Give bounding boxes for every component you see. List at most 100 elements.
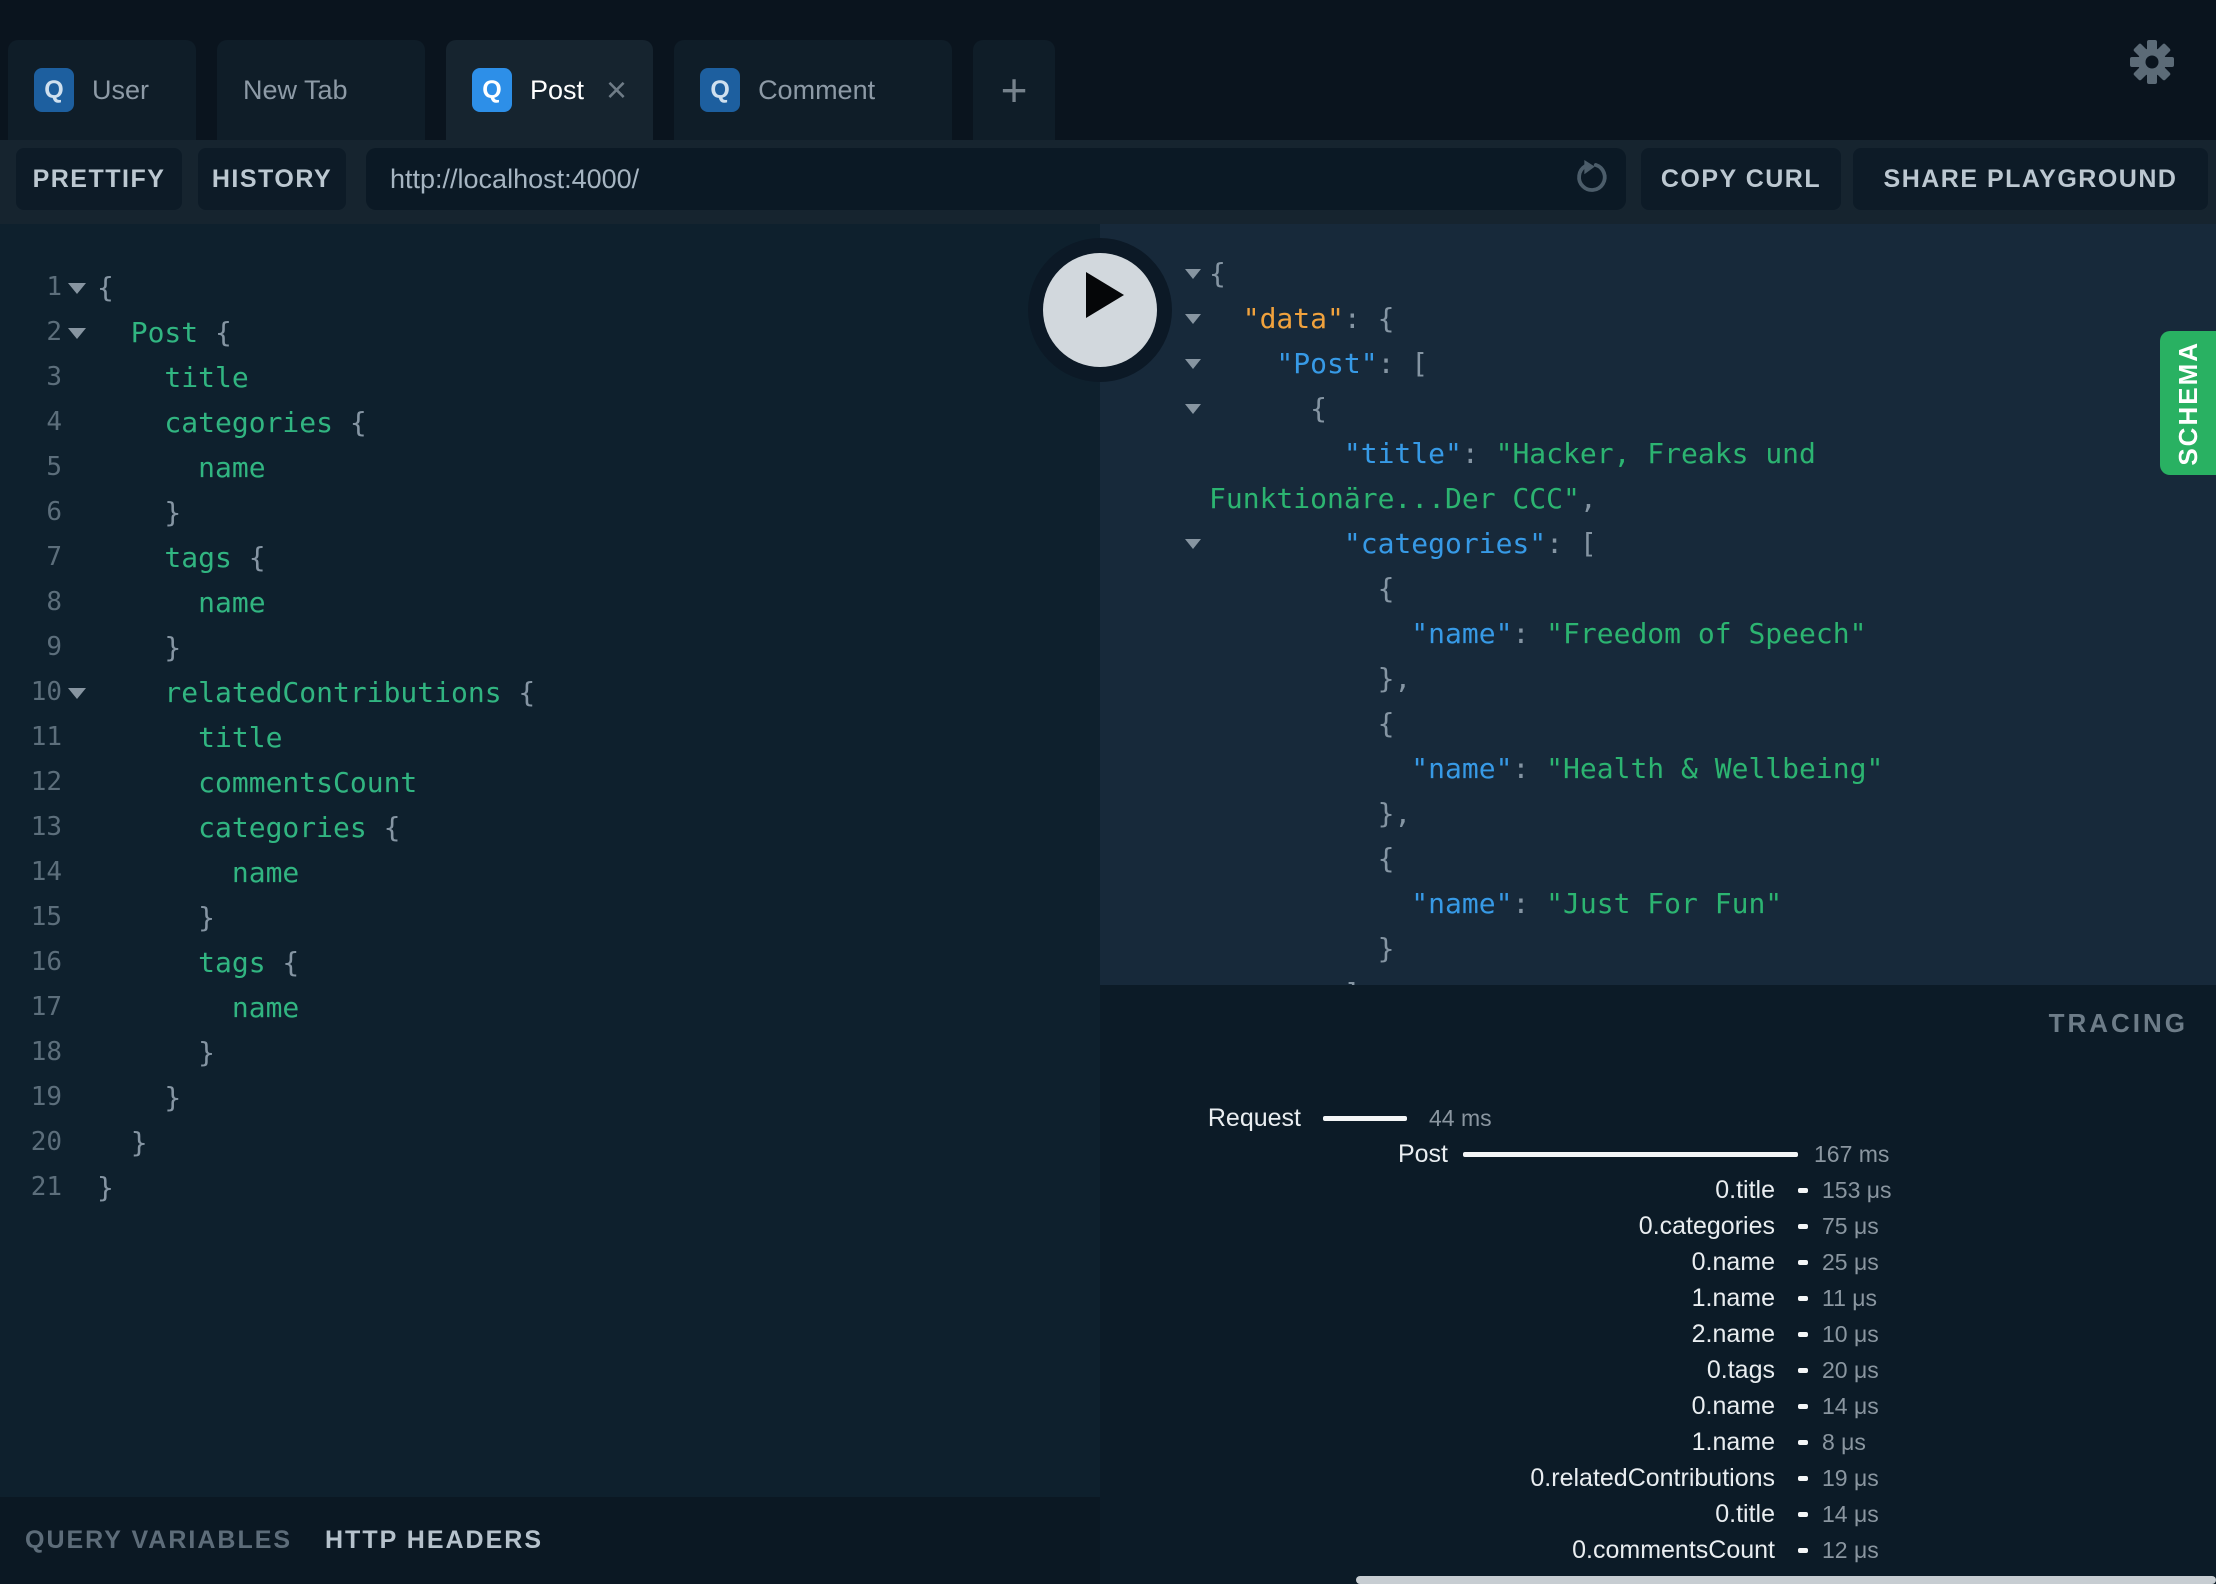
editor-line: 16 tags { [0,940,1100,985]
code-text: } [1209,932,1395,965]
code-text: } [97,631,182,664]
editor-line: 17 name [0,985,1100,1030]
url-text: http://localhost:4000/ [390,163,640,194]
query-variables-button[interactable]: QUERY VARIABLES [25,1497,292,1584]
tab-label: Post [530,74,585,105]
fold-arrow-icon[interactable] [1185,269,1201,279]
trace-duration-value: 153 μs [1822,1177,1892,1203]
response-line: "Post": [ [1100,341,2216,386]
tab-user[interactable]: Q User [8,40,196,140]
editor-line: 1{ [0,265,1100,310]
trace-duration-value: 19 μs [1822,1465,1879,1491]
line-number: 6 [46,497,62,527]
trace-field-label: 2.name [1691,1320,1775,1348]
code-text: } [97,1126,148,1159]
editor-line: 21} [0,1165,1100,1210]
tab-bar: Q User New Tab Q Post × Q Comment + [0,0,2216,140]
prettify-button[interactable]: PRETTIFY [16,148,182,210]
line-number: 13 [30,812,62,842]
code-text: relatedContributions { [97,676,536,709]
query-badge: Q [34,68,74,112]
replay-icon[interactable] [1572,160,1610,198]
fold-arrow-icon[interactable] [1185,314,1201,324]
editor-line: 8 name [0,580,1100,625]
trace-duration-value: 44 ms [1429,1105,1492,1131]
line-number: 16 [30,947,62,977]
response-line: "name": "Freedom of Speech" [1100,611,2216,656]
line-number: 18 [30,1037,62,1067]
fold-arrow-icon[interactable] [68,283,86,294]
trace-duration-dash [1798,1224,1808,1229]
trace-duration-dash [1798,1440,1808,1445]
response-line: "name": "Health & Wellbeing" [1100,746,2216,791]
code-text: } [97,496,182,529]
editor-line: 5 name [0,445,1100,490]
tab-label: Comment [758,74,876,105]
trace-duration-dash [1798,1296,1808,1301]
copy-curl-button[interactable]: COPY CURL [1641,148,1841,210]
execute-button[interactable] [1028,238,1172,382]
schema-tab-button[interactable]: SCHEMA [2160,331,2216,475]
response-line: { [1100,251,2216,296]
trace-field-label: Post [1397,1140,1448,1168]
share-playground-button[interactable]: SHARE PLAYGROUND [1853,148,2208,210]
code-text: "title": "Hacker, Freaks und [1209,437,1816,470]
fold-arrow-icon[interactable] [68,688,86,699]
horizontal-scrollbar[interactable] [1356,1576,2216,1584]
tab-post[interactable]: Q Post × [446,40,654,140]
tab-label: User [92,74,150,105]
code-text: { [1209,707,1395,740]
close-tab-icon[interactable]: × [606,72,627,108]
line-number: 4 [46,407,62,437]
trace-field-label: 0.relatedContributions [1530,1464,1775,1492]
fold-arrow-icon[interactable] [1185,404,1201,414]
response-line: }, [1100,791,2216,836]
settings-gear-icon[interactable] [2128,38,2176,86]
new-tab-button[interactable]: + [973,40,1056,140]
code-text: name [97,856,300,889]
code-text: { [97,271,114,304]
url-input[interactable]: http://localhost:4000/ [366,148,1626,210]
trace-row: 0.categories 75 μs [1100,1208,2216,1244]
tab-new-tab[interactable]: New Tab [217,40,425,140]
code-text: ] [1209,971,1361,985]
code-text: { [1209,842,1395,875]
response-line: { [1100,836,2216,881]
fold-arrow-icon[interactable] [1185,539,1201,549]
trace-row: 0.name 25 μs [1100,1244,2216,1280]
editor-line: 7 tags { [0,535,1100,580]
trace-duration-value: 75 μs [1822,1213,1879,1239]
fold-arrow-icon[interactable] [68,328,86,339]
trace-row: 0.name 14 μs [1100,1388,2216,1424]
fold-arrow-icon[interactable] [1185,359,1201,369]
trace-field-label: 1.name [1691,1428,1775,1456]
code-text: }, [1209,662,1412,695]
code-text: "name": "Just For Fun" [1209,887,1783,920]
line-number: 8 [46,587,62,617]
response-line: "categories": [ [1100,521,2216,566]
trace-duration-dash [1798,1476,1808,1481]
editor-line: 14 name [0,850,1100,895]
history-button[interactable]: HISTORY [198,148,346,210]
trace-field-label: 0.title [1715,1176,1775,1204]
line-number: 14 [30,857,62,887]
code-text: "Post": [ [1209,347,1429,380]
http-headers-button[interactable]: HTTP HEADERS [325,1497,543,1584]
trace-duration-dash [1798,1404,1808,1409]
line-number: 3 [46,362,62,392]
tracing-rows: Request 44 ms Post 167 ms 0.title 153 μs 0.cat… [1100,1100,2216,1584]
code-text: tags { [97,541,266,574]
editor-line: 9 } [0,625,1100,670]
response-viewer[interactable]: { "data": { "Post": [ { "title": "Hacker… [1100,224,2216,985]
response-line: } [1100,926,2216,971]
code-text: }, [1209,797,1412,830]
editor-line: 15 } [0,895,1100,940]
code-text: } [97,901,216,934]
trace-duration-value: 8 μs [1822,1429,1866,1455]
trace-row: 1.name 8 μs [1100,1424,2216,1460]
editor-line: 13 categories { [0,805,1100,850]
trace-field-label: 1.name [1691,1284,1775,1312]
editor-line: 19 } [0,1075,1100,1120]
query-editor[interactable]: 1{2 Post {3 title 4 categories {5 name 6 }… [0,224,1100,1497]
tab-comment[interactable]: Q Comment [674,40,953,140]
